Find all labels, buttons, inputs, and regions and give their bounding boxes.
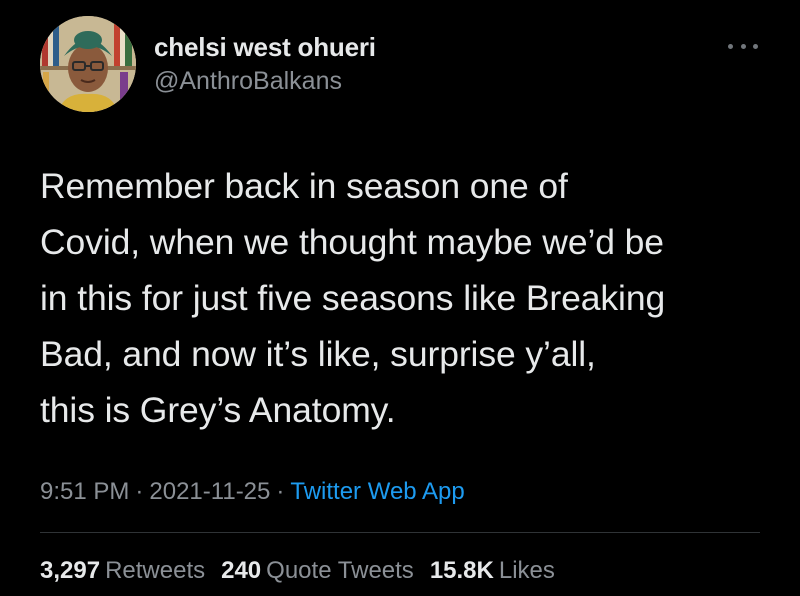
meta-separator: · [276,478,285,505]
tweet-header: chelsi west ohueri @AnthroBalkans [40,14,376,114]
quote-tweets-label: Quote Tweets [266,557,414,584]
tweet-text-line: Covid, when we thought maybe we’d be [40,222,664,262]
quote-tweets-count: 240 [221,557,262,584]
avatar[interactable] [40,16,136,112]
tweet-text-line: this is Grey’s Anatomy. [40,390,396,430]
author-display-name[interactable]: chelsi west ohueri [154,31,376,63]
tweet: chelsi west ohueri @AnthroBalkans Rememb… [0,0,800,596]
author-names: chelsi west ohueri @AnthroBalkans [154,31,376,97]
tweet-stats: 3,297 Retweets 240 Quote Tweets 15.8K Likes [40,553,571,589]
tweet-meta: 9:51 PM · 2021-11-25 · Twitter Web App [40,474,465,510]
tweet-source-link[interactable]: Twitter Web App [290,478,464,505]
retweets-stat[interactable]: 3,297 Retweets [40,553,205,589]
avatar-image [40,16,136,112]
tweet-time[interactable]: 9:51 PM [40,478,129,505]
likes-label: Likes [498,557,555,584]
tweet-date[interactable]: 2021-11-25 [149,478,270,505]
tweet-text: Remember back in season one of Covid, wh… [40,158,780,438]
quote-tweets-stat[interactable]: 240 Quote Tweets [221,553,414,589]
author-handle[interactable]: @AnthroBalkans [154,65,376,97]
retweets-label: Retweets [105,557,206,584]
tweet-text-line: in this for just five seasons like Break… [40,278,666,318]
retweets-count: 3,297 [40,557,101,584]
divider [40,532,760,533]
likes-stat[interactable]: 15.8K Likes [430,553,555,589]
dot [753,43,758,49]
dot [728,43,733,49]
likes-count: 15.8K [429,557,494,584]
dot [740,43,746,49]
meta-separator: · [135,478,144,505]
ellipsis-icon[interactable] [728,36,758,56]
tweet-text-line: Bad, and now it’s like, surprise y’all, [40,334,596,374]
tweet-text-line: Remember back in season one of [40,166,568,206]
